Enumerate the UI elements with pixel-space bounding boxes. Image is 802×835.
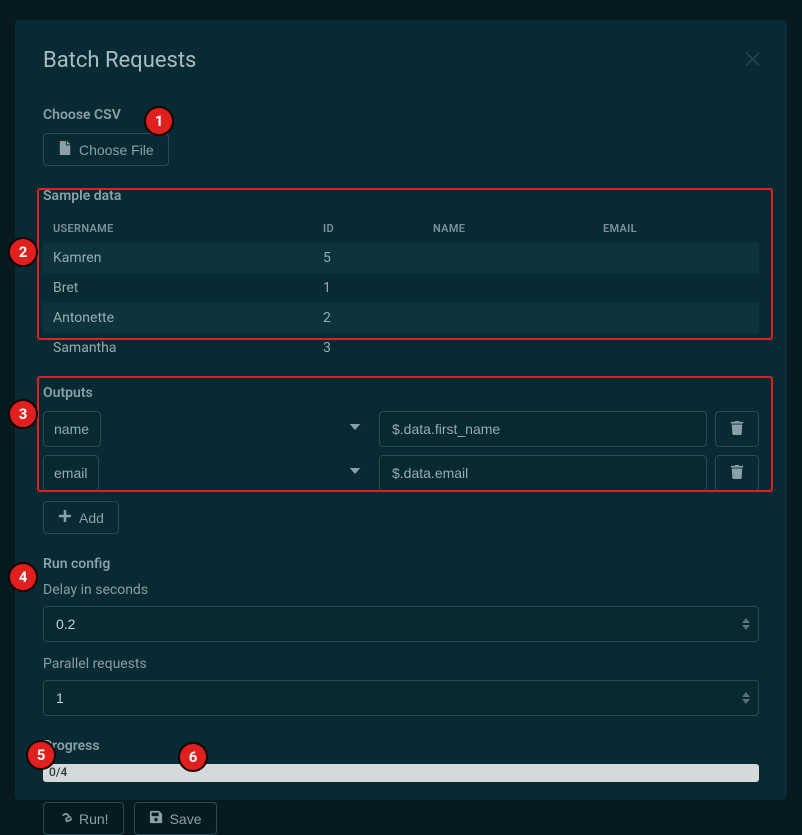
chevron-down-icon bbox=[349, 465, 361, 481]
output-delete-button[interactable] bbox=[715, 411, 759, 447]
trash-icon bbox=[730, 465, 744, 482]
save-icon bbox=[149, 810, 163, 827]
col-username: USERNAME bbox=[43, 214, 313, 243]
parallel-label: Parallel requests bbox=[43, 656, 759, 672]
batch-requests-modal: Batch Requests Choose CSV Choose File Sa… bbox=[15, 20, 787, 800]
output-row: email bbox=[43, 455, 759, 491]
delay-label: Delay in seconds bbox=[43, 582, 759, 598]
run-config-section: Run config Delay in seconds Parallel req… bbox=[43, 556, 759, 716]
col-id: ID bbox=[313, 214, 423, 243]
save-button[interactable]: Save bbox=[134, 802, 217, 835]
output-expression-input[interactable] bbox=[379, 411, 707, 447]
output-delete-button[interactable] bbox=[715, 455, 759, 491]
add-output-label: Add bbox=[79, 510, 104, 526]
progress-heading: Progress bbox=[43, 738, 759, 754]
output-expression-input[interactable] bbox=[379, 455, 707, 491]
sample-data-section: Sample data USERNAME ID NAME EMAIL Kamre… bbox=[43, 188, 759, 363]
file-icon bbox=[58, 141, 72, 158]
col-email: EMAIL bbox=[593, 214, 759, 243]
progress-label: 0/4 bbox=[49, 765, 67, 779]
choose-file-label: Choose File bbox=[79, 142, 154, 158]
trash-icon bbox=[730, 421, 744, 438]
sample-data-table: USERNAME ID NAME EMAIL Kamren 5 Bret 1 bbox=[43, 214, 759, 363]
table-row: Bret 1 bbox=[43, 273, 759, 303]
run-label: Run! bbox=[79, 811, 109, 827]
parallel-input[interactable] bbox=[43, 680, 759, 716]
outputs-heading: Outputs bbox=[43, 385, 759, 401]
run-icon bbox=[58, 810, 72, 827]
output-field-select[interactable]: email bbox=[43, 455, 99, 491]
choose-csv-heading: Choose CSV bbox=[43, 107, 759, 123]
run-config-heading: Run config bbox=[43, 556, 759, 572]
delay-input[interactable] bbox=[43, 606, 759, 642]
table-row: Kamren 5 bbox=[43, 243, 759, 273]
table-row: Antonette 2 bbox=[43, 303, 759, 333]
modal-title: Batch Requests bbox=[43, 48, 759, 73]
progress-section: Progress 0/4 bbox=[43, 738, 759, 782]
save-label: Save bbox=[170, 811, 202, 827]
number-spinner[interactable] bbox=[739, 613, 753, 635]
col-name: NAME bbox=[423, 214, 593, 243]
add-output-button[interactable]: Add bbox=[43, 501, 119, 534]
choose-file-button[interactable]: Choose File bbox=[43, 133, 169, 166]
chevron-down-icon bbox=[349, 421, 361, 437]
output-row: name bbox=[43, 411, 759, 447]
action-buttons: Run! Save bbox=[43, 802, 759, 835]
choose-csv-section: Choose CSV Choose File bbox=[43, 107, 759, 166]
output-field-select[interactable]: name bbox=[43, 411, 101, 447]
sample-data-heading: Sample data bbox=[43, 188, 759, 204]
close-icon[interactable] bbox=[743, 48, 765, 70]
progress-bar: 0/4 bbox=[43, 764, 759, 782]
outputs-section: Outputs name emai bbox=[43, 385, 759, 534]
run-button[interactable]: Run! bbox=[43, 802, 124, 835]
number-spinner[interactable] bbox=[739, 687, 753, 709]
table-row: Samantha 3 bbox=[43, 333, 759, 363]
plus-icon bbox=[58, 509, 72, 526]
